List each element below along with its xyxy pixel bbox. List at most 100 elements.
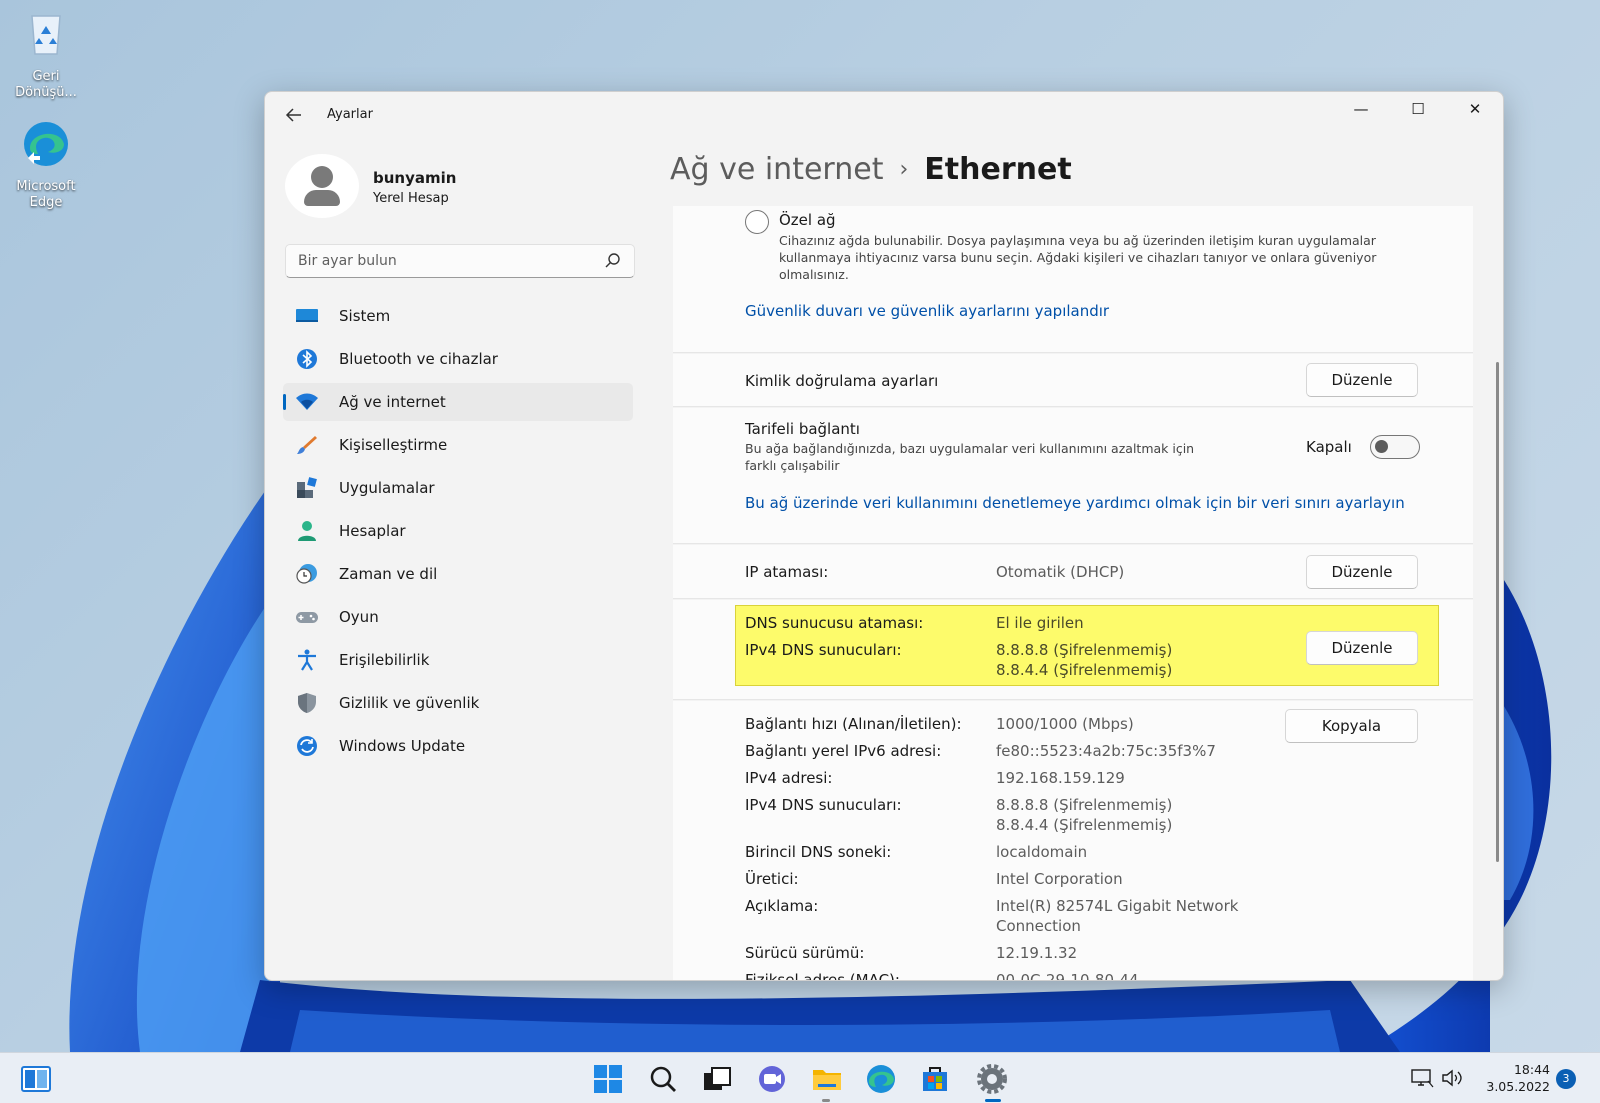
property-value: localdomain <box>996 843 1088 861</box>
account-type: Yerel Hesap <box>373 191 449 206</box>
sidebar-item-sistem[interactable]: Sistem <box>283 297 633 335</box>
properties-card: Kopyala Bağlantı hızı (Alınan/İletilen):… <box>673 701 1473 981</box>
app-title: Ayarlar <box>327 107 373 122</box>
settings-app-icon[interactable] <box>975 1062 1009 1096</box>
content-scrollbar[interactable] <box>1496 362 1499 862</box>
sidebar-nav: Sistem Bluetooth ve cihazlar Ağ ve inter… <box>283 297 633 770</box>
property-value: 12.19.1.32 <box>996 944 1078 962</box>
page-title: Ethernet <box>924 152 1072 187</box>
taskbar: 18:44 3.05.2022 3 <box>0 1052 1600 1103</box>
clock-time: 18:44 <box>1513 1062 1550 1077</box>
sidebar-item-gaming[interactable]: Oyun <box>283 598 633 636</box>
desktop-icon-recycle-bin[interactable]: Geri Dönüşü... <box>6 8 86 101</box>
breadcrumb-parent[interactable]: Ağ ve internet <box>670 152 883 187</box>
auth-settings-label: Kimlik doğrulama ayarları <box>745 372 939 390</box>
brush-icon <box>297 436 317 454</box>
sidebar-item-bluetooth[interactable]: Bluetooth ve cihazlar <box>283 340 633 378</box>
accessibility-icon <box>298 649 316 671</box>
desktop-icon-label: Geri Dönüşü... <box>15 69 77 100</box>
copy-properties-button[interactable]: Kopyala <box>1285 709 1418 743</box>
clock-date: 3.05.2022 <box>1486 1079 1550 1094</box>
running-app-indicator <box>822 1099 830 1102</box>
property-value: 8.8.4.4 (Şifrelenmemiş) <box>996 816 1173 834</box>
property-value: fe80::5523:4a2b:75c:35f3%7 <box>996 742 1216 760</box>
search-icon[interactable] <box>646 1062 680 1096</box>
sidebar-item-apps[interactable]: Uygulamalar <box>283 469 633 507</box>
sidebar-item-label: Windows Update <box>339 737 466 755</box>
arrow-left-icon <box>285 108 301 122</box>
sidebar-item-label: Bluetooth ve cihazlar <box>339 350 498 368</box>
metered-connection-description: Bu ağa bağlandığınızda, bazı uygulamalar… <box>745 441 1195 473</box>
private-network-description: Cihazınız ağda bulunabilir. Dosya paylaş… <box>779 233 1377 282</box>
metered-connection-label: Tarifeli bağlantı <box>745 420 860 438</box>
bluetooth-icon <box>297 349 317 369</box>
sidebar-item-privacy[interactable]: Gizlilik ve güvenlik <box>283 684 633 722</box>
property-value: Intel Corporation <box>996 870 1123 888</box>
notification-badge[interactable]: 3 <box>1556 1069 1576 1089</box>
desktop-icon-edge[interactable]: Microsoft Edge <box>6 118 86 211</box>
settings-window: Ayarlar — ☐ ✕ bunyamin Yerel Hesap Siste… <box>264 91 1504 981</box>
metered-connection-toggle[interactable] <box>1370 435 1420 459</box>
ip-assignment-value: Otomatik (DHCP) <box>996 563 1125 581</box>
chat-icon[interactable] <box>755 1062 789 1096</box>
maximize-button[interactable]: ☐ <box>1390 92 1446 126</box>
sidebar-item-label: Ağ ve internet <box>339 393 446 411</box>
property-label: Bağlantı yerel IPv6 adresi: <box>745 742 942 760</box>
network-tray-icon[interactable] <box>1410 1067 1434 1089</box>
sidebar-item-personalization[interactable]: Kişiselleştirme <box>283 426 633 464</box>
auth-settings-card: Kimlik doğrulama ayarları Düzenle <box>673 354 1473 407</box>
edit-ip-button[interactable]: Düzenle <box>1306 555 1418 589</box>
close-button[interactable]: ✕ <box>1447 92 1503 126</box>
edit-dns-button[interactable]: Düzenle <box>1306 631 1418 665</box>
property-label: Birincil DNS soneki: <box>745 843 892 861</box>
file-explorer-icon[interactable] <box>810 1062 844 1096</box>
dns-servers-label: IPv4 DNS sunucuları: <box>745 641 902 659</box>
clock-globe-icon <box>296 564 317 584</box>
property-value: Connection <box>996 917 1081 935</box>
property-label: IPv4 DNS sunucuları: <box>745 796 902 814</box>
breadcrumb: Ağ ve internet › Ethernet <box>670 152 1072 187</box>
property-label: IPv4 adresi: <box>745 769 833 787</box>
private-network-label: Özel ağ <box>779 211 836 229</box>
edge-icon[interactable] <box>864 1062 898 1096</box>
dns-server-primary: 8.8.8.8 (Şifrelenmemiş) <box>996 641 1173 659</box>
ip-assignment-card: IP ataması: Otomatik (DHCP) Düzenle <box>673 545 1473 599</box>
property-value: 00-0C-29-10-80-44 <box>996 971 1139 981</box>
taskbar-clock[interactable]: 18:44 3.05.2022 <box>1478 1061 1550 1095</box>
back-button[interactable] <box>279 102 309 128</box>
sidebar-item-label: Oyun <box>339 608 379 626</box>
volume-icon[interactable] <box>1440 1067 1464 1089</box>
metered-toggle-state: Kapalı <box>1306 438 1352 456</box>
sidebar-item-accounts[interactable]: Hesaplar <box>283 512 633 550</box>
property-label: Sürücü sürümü: <box>745 944 865 962</box>
sidebar-item-accessibility[interactable]: Erişilebilirlik <box>283 641 633 679</box>
monitor-icon <box>296 309 318 322</box>
dns-server-secondary: 8.8.4.4 (Şifrelenmemiş) <box>996 661 1173 679</box>
minimize-button[interactable]: — <box>1333 92 1389 126</box>
sidebar-item-time-language[interactable]: Zaman ve dil <box>283 555 633 593</box>
private-network-radio[interactable] <box>745 210 769 234</box>
task-view-icon[interactable] <box>700 1062 734 1096</box>
store-icon[interactable] <box>918 1062 952 1096</box>
edge-icon <box>24 122 68 166</box>
user-profile[interactable]: bunyamin Yerel Hesap <box>285 154 615 218</box>
network-profile-card: Özel ağ Cihazınız ağda bulunabilir. Dosy… <box>673 206 1473 353</box>
data-limit-link[interactable]: Bu ağ üzerinde veri kullanımını denetlem… <box>745 494 1405 512</box>
firewall-settings-link[interactable]: Güvenlik duvarı ve güvenlik ayarlarını y… <box>745 302 1109 320</box>
sidebar-item-windows-update[interactable]: Windows Update <box>283 727 633 765</box>
title-bar: Ayarlar — ☐ ✕ <box>265 92 1503 138</box>
active-app-indicator <box>985 1099 1001 1102</box>
update-icon <box>297 736 317 756</box>
edit-auth-button[interactable]: Düzenle <box>1306 363 1418 397</box>
sidebar-item-network[interactable]: Ağ ve internet <box>283 383 633 421</box>
content-pane: Özel ağ Cihazınız ağda bulunabilir. Dosy… <box>673 206 1473 981</box>
chevron-right-icon: › <box>899 157 909 182</box>
property-label: Açıklama: <box>745 897 819 915</box>
wifi-icon <box>296 393 318 410</box>
search-input[interactable] <box>286 245 596 277</box>
recycle-bin-icon <box>31 15 61 55</box>
search-icon[interactable] <box>604 252 622 270</box>
widgets-icon[interactable] <box>18 1062 54 1096</box>
property-value: 192.168.159.129 <box>996 769 1125 787</box>
start-icon[interactable] <box>591 1062 625 1096</box>
